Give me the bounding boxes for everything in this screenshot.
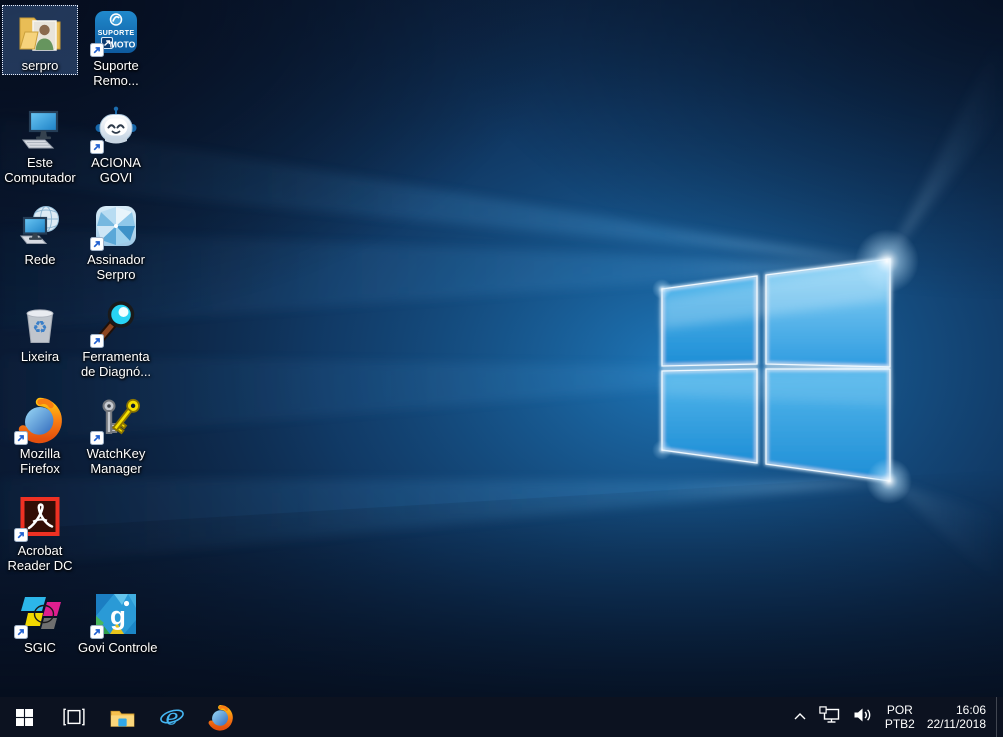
- this-pc-icon: [16, 105, 64, 153]
- language-line2: PTB2: [885, 717, 915, 731]
- shortcut-arrow-icon: [14, 625, 28, 639]
- clock-date: 22/11/2018: [927, 717, 986, 731]
- desktop-icon-label: MozillaFirefox: [2, 446, 78, 476]
- desktop-icon-rede[interactable]: Rede: [2, 199, 78, 269]
- desktop-icon-label: WatchKeyManager: [78, 446, 154, 476]
- desktop-icon-label: AcrobatReader DC: [2, 543, 78, 573]
- shortcut-arrow-icon: [14, 528, 28, 542]
- suporte-moto-icon: SUPORTE MOTO: [92, 8, 140, 56]
- desktop-surface[interactable]: serpro SUPORTE MOTO SuporteRemo... EsteCompu…: [0, 0, 1003, 697]
- desktop-icon-label: AssinadorSerpro: [78, 252, 154, 282]
- desktop-icon-assinador-serpro[interactable]: AssinadorSerpro: [78, 199, 154, 284]
- firefox-button[interactable]: [196, 697, 245, 737]
- clock-time: 16:06: [927, 703, 986, 717]
- show-desktop-button[interactable]: [997, 697, 1003, 737]
- desktop-icon-suporte-remoto[interactable]: SUPORTE MOTO SuporteRemo...: [78, 5, 154, 90]
- taskbar: e POR PTB2 16:06 22/11/2018: [0, 697, 1003, 737]
- clock[interactable]: 16:06 22/11/2018: [921, 703, 993, 731]
- desktop-icon-este-computador[interactable]: EsteComputador: [2, 102, 78, 187]
- assinador-icon: [92, 202, 140, 250]
- keys-icon: [92, 396, 140, 444]
- shortcut-arrow-icon: [90, 237, 104, 251]
- desktop-icon-label: Govi Controle: [78, 640, 154, 655]
- tray-icon-buttons: [787, 697, 879, 737]
- desktop-icon-acrobat-reader-dc[interactable]: AcrobatReader DC: [2, 490, 78, 575]
- recycle-bin-icon: ♻: [16, 299, 64, 347]
- desktop-icon-sgic[interactable]: SGIC: [2, 587, 78, 657]
- shortcut-arrow-icon: [90, 334, 104, 348]
- desktop-icon-aciona-govi[interactable]: ACIONAGOVI: [78, 102, 154, 187]
- robot-icon: [92, 105, 140, 153]
- acrobat-icon: [16, 493, 64, 541]
- task-view-button[interactable]: [49, 697, 98, 737]
- tray-volume-button[interactable]: [847, 697, 879, 737]
- desktop-icon-label: ACIONAGOVI: [78, 155, 154, 185]
- desktop-icon-ferramenta-de-diagnostico[interactable]: Ferramentade Diagnó...: [78, 296, 154, 381]
- shortcut-arrow-icon: [90, 43, 104, 57]
- desktop-icon-label: serpro: [2, 58, 78, 73]
- language-indicator[interactable]: POR PTB2: [879, 703, 921, 731]
- shortcut-arrow-icon: [90, 140, 104, 154]
- file-explorer-button[interactable]: [98, 697, 147, 737]
- desktop-icon-label: Ferramentade Diagnó...: [78, 349, 154, 379]
- svg-text:g: g: [110, 601, 126, 631]
- start-button[interactable]: [0, 697, 49, 737]
- desktop-icon-label: Rede: [2, 252, 78, 267]
- desktop-icon-lixeira[interactable]: ♻ Lixeira: [2, 296, 78, 366]
- network-places-icon: [16, 202, 64, 250]
- firefox-icon: [16, 396, 64, 444]
- user-folder-icon: [16, 8, 64, 56]
- desktop-icon-label: Lixeira: [2, 349, 78, 364]
- svg-text:SUPORTE: SUPORTE: [98, 28, 135, 37]
- tray-expand-button[interactable]: [787, 697, 813, 737]
- language-line1: POR: [885, 703, 915, 717]
- desktop-icon-grid: serpro SUPORTE MOTO SuporteRemo... EsteCompu…: [0, 0, 1003, 697]
- desktop-icon-label: SuporteRemo...: [78, 58, 154, 88]
- svg-text:MOTO: MOTO: [110, 40, 136, 50]
- magnifier-icon: [92, 299, 140, 347]
- desktop-icon-label: SGIC: [2, 640, 78, 655]
- taskbar-buttons: e: [0, 697, 245, 737]
- desktop-icon-serpro[interactable]: serpro: [2, 5, 78, 75]
- windows-desktop-screen: serpro SUPORTE MOTO SuporteRemo... EsteCompu…: [0, 0, 1003, 737]
- govi-icon: g: [92, 590, 140, 638]
- shortcut-arrow-icon: [14, 431, 28, 445]
- sgic-icon: [16, 590, 64, 638]
- internet-explorer-button[interactable]: e: [147, 697, 196, 737]
- desktop-icon-govi-controle[interactable]: g Govi Controle: [78, 587, 154, 657]
- desktop-icon-mozilla-firefox[interactable]: MozillaFirefox: [2, 393, 78, 478]
- shortcut-arrow-icon: [90, 625, 104, 639]
- shortcut-arrow-icon: [90, 431, 104, 445]
- desktop-icon-watchkey-manager[interactable]: WatchKeyManager: [78, 393, 154, 478]
- desktop-icon-label: EsteComputador: [2, 155, 78, 185]
- tray-network-button[interactable]: [813, 697, 847, 737]
- svg-text:♻: ♻: [32, 318, 47, 338]
- chevron-up-icon: [793, 708, 807, 726]
- ethernet-icon: [819, 706, 841, 729]
- system-tray: POR PTB2 16:06 22/11/2018: [787, 697, 1003, 737]
- svg-text:e: e: [165, 706, 178, 731]
- speaker-icon: [853, 707, 873, 728]
